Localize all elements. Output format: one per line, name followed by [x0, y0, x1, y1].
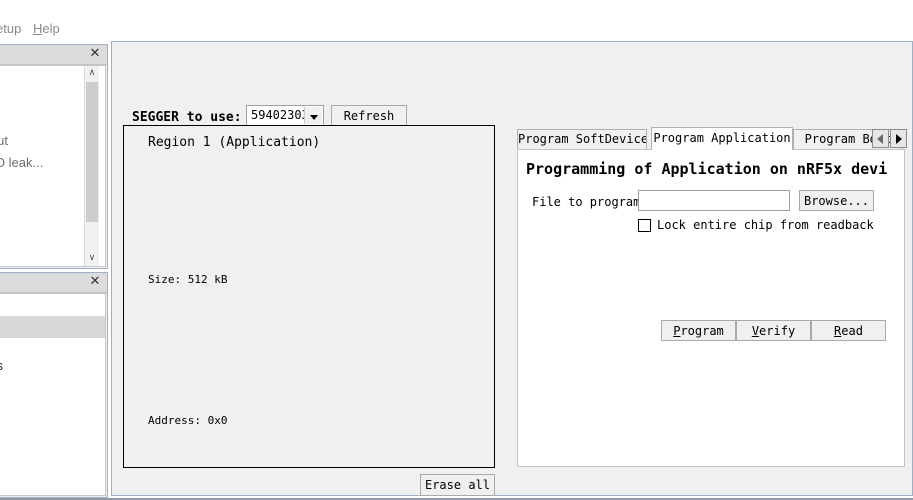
- close-icon[interactable]: ✕: [87, 46, 103, 62]
- browse-button-label: Browse...: [804, 194, 869, 208]
- read-button-label: ead: [841, 324, 863, 338]
- menu-item-setup[interactable]: etup: [0, 22, 21, 36]
- main-content-pane: SEGGER to use: 59402303 Refresh Region 1…: [111, 41, 913, 496]
- programming-tabs: Program SoftDevice Program Application P…: [511, 127, 894, 467]
- chevron-down-icon[interactable]: [304, 107, 322, 124]
- refresh-button[interactable]: Refresh: [331, 105, 407, 127]
- menu-item-help-label: elp: [42, 21, 59, 36]
- read-button[interactable]: Read: [811, 320, 886, 341]
- chevron-down-icon[interactable]: ∨: [85, 251, 99, 266]
- file-to-program-label: File to program:: [532, 195, 648, 209]
- flash-region-panel[interactable]: Region 1 (Application) Size: 512 kB Addr…: [123, 125, 495, 468]
- left-dock-panel-top-titlebar: ✕: [0, 45, 107, 65]
- tab-panel-program-application: Programming of Application on nRF5x devi…: [517, 149, 905, 467]
- flash-region-title: Region 1 (Application): [148, 135, 320, 150]
- menu-item-help[interactable]: Help: [33, 22, 60, 36]
- menu-item-help-accel: H: [33, 21, 42, 36]
- left-dock-panel-bottom-body: ers: [0, 293, 106, 496]
- verify-button-accel: V: [752, 324, 759, 338]
- program-button-label: rogram: [680, 324, 723, 338]
- tab-bar: Program SoftDevice Program Application P…: [511, 127, 894, 149]
- panel-heading: Programming of Application on nRF5x devi: [526, 160, 887, 178]
- flash-region-address: Address: 0x0: [148, 414, 227, 427]
- erase-all-button-label: Erase all: [425, 478, 490, 492]
- browse-button[interactable]: Browse...: [799, 190, 874, 211]
- left-dock-panel-bottom-titlebar: ✕: [0, 273, 107, 293]
- refresh-button-label: Refresh: [344, 109, 395, 123]
- left-dock-panel-top: ✕ e output rrier/LO leak... sweep ation …: [0, 44, 108, 269]
- tab-scroll-left-icon[interactable]: [872, 129, 889, 148]
- checkbox-icon[interactable]: [638, 219, 651, 232]
- tab-program-softdevice[interactable]: Program SoftDevice: [517, 129, 647, 149]
- segger-select-value: 59402303: [251, 108, 309, 122]
- file-to-program-input[interactable]: [638, 190, 790, 211]
- left-dock-scrollbar[interactable]: ∧ ∨: [84, 66, 99, 266]
- verify-button[interactable]: Verify: [736, 320, 811, 341]
- menu-bar: etup Help: [0, 0, 913, 40]
- program-button[interactable]: Program: [661, 320, 736, 341]
- erase-all-button[interactable]: Erase all: [420, 474, 495, 496]
- lock-chip-checkbox[interactable]: Lock entire chip from readback: [638, 218, 874, 232]
- list-item[interactable]: rrier/LO leak...: [0, 152, 43, 174]
- chevron-up-icon[interactable]: ∧: [85, 66, 99, 81]
- verify-button-label: erify: [759, 324, 795, 338]
- segger-label: SEGGER to use:: [132, 110, 242, 125]
- menu-item-setup-label: etup: [0, 21, 21, 36]
- list-item[interactable]: ers: [0, 355, 3, 377]
- lock-chip-checkbox-label: Lock entire chip from readback: [657, 218, 874, 232]
- tab-scroll-right-icon[interactable]: [890, 129, 907, 148]
- tab-program-softdevice-label: Program SoftDevice: [518, 132, 647, 146]
- list-item[interactable]: e output: [0, 130, 8, 152]
- scrollbar-thumb[interactable]: [86, 82, 98, 222]
- tab-program-application-label: Program Application: [653, 131, 790, 145]
- tab-program-application[interactable]: Program Application: [651, 127, 793, 150]
- application-window: etup Help ✕ e output rrier/LO leak... sw…: [0, 0, 913, 500]
- segger-select[interactable]: 59402303: [246, 105, 324, 126]
- flash-region-size: Size: 512 kB: [148, 273, 227, 286]
- left-dock-panel-bottom: ✕ ers: [0, 272, 108, 498]
- list-item[interactable]: [0, 316, 106, 338]
- close-icon[interactable]: ✕: [87, 274, 103, 290]
